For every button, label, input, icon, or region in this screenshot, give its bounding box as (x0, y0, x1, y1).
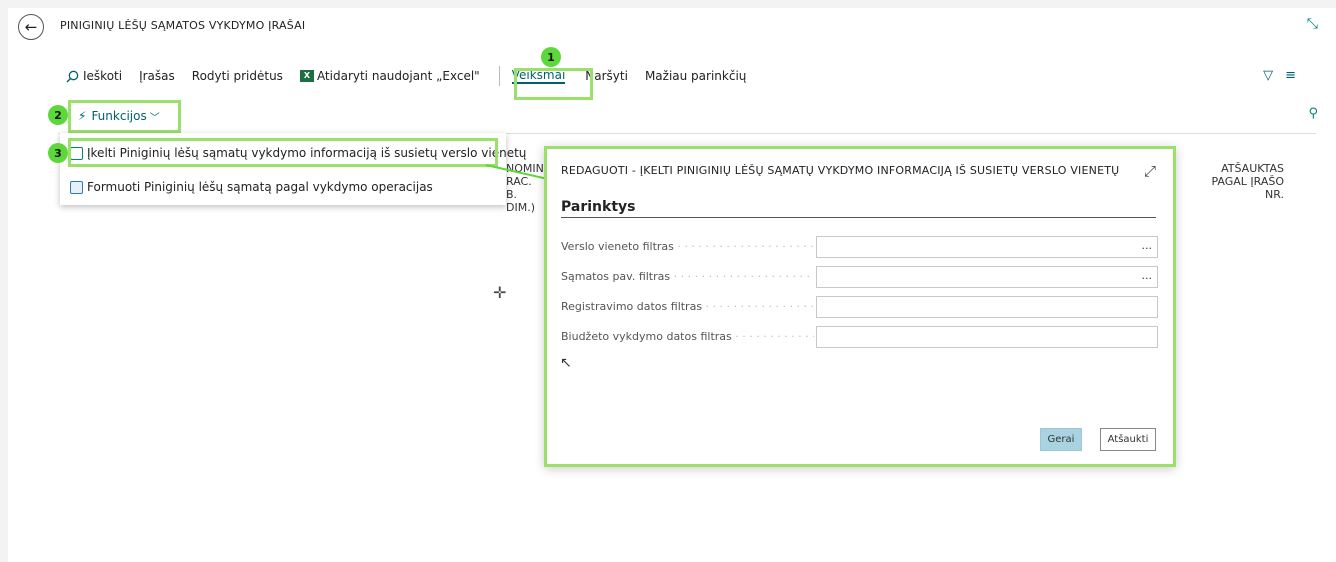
annotation-badge-3: 3 (48, 143, 68, 163)
column-header-line: PAGAL ĮRAŠO (1211, 175, 1284, 188)
highlight-menu-item (68, 138, 498, 167)
highlight-actions (514, 68, 593, 100)
view-options: ▽ ≡ (1263, 68, 1296, 83)
open-in-excel-label: Atidaryti naudojant „Excel" (316, 69, 480, 83)
column-header-line: ATŠAUKTAS (1221, 162, 1284, 175)
crosshair-cursor-icon: ✛ (493, 283, 507, 302)
annotation-badge-1: 1 (541, 47, 561, 67)
highlight-functions (68, 100, 181, 133)
column-header-cancelled-by[interactable]: ATŠAUKTAS PAGAL ĮRAŠO NR. (1184, 162, 1284, 201)
search-icon (66, 70, 79, 82)
building-icon (70, 180, 83, 194)
search-button[interactable]: Ieškoti (66, 69, 122, 83)
search-label: Ieškoti (83, 69, 123, 83)
arrow-left-icon: ← (24, 18, 38, 36)
menu-item-label: Formuoti Piniginių lėšų sąmatą pagal vyk… (87, 180, 433, 194)
annotation-badge-2: 2 (48, 105, 68, 125)
pin-icon[interactable]: ⚲ (1308, 106, 1318, 121)
fewer-options-button[interactable]: Mažiau parinkčių (645, 69, 746, 83)
open-in-excel-button[interactable]: X Atidaryti naudojant „Excel" (299, 69, 480, 83)
collapse-icon[interactable]: ⤡ (1307, 16, 1318, 32)
action-bar: Ieškoti Įrašas Rodyti pridėtus X Atidary… (66, 66, 763, 86)
record-menu[interactable]: Įrašas (139, 69, 175, 83)
back-button[interactable]: ← (18, 14, 44, 40)
toolbar-separator (498, 66, 500, 86)
highlight-dialog (544, 146, 1176, 467)
list-view-icon[interactable]: ≡ (1285, 68, 1296, 83)
column-header-line: NR. (1265, 188, 1284, 201)
menu-item-generate-budget[interactable]: Formuoti Piniginių lėšų sąmatą pagal vyk… (60, 175, 433, 199)
show-attached-menu[interactable]: Rodyti pridėtus (192, 69, 283, 83)
page-title: PINIGINIŲ LĖŠŲ SĄMATOS VYKDYMO ĮRAŠAI (60, 19, 306, 32)
excel-icon: X (299, 70, 314, 82)
filter-icon[interactable]: ▽ (1263, 68, 1273, 83)
